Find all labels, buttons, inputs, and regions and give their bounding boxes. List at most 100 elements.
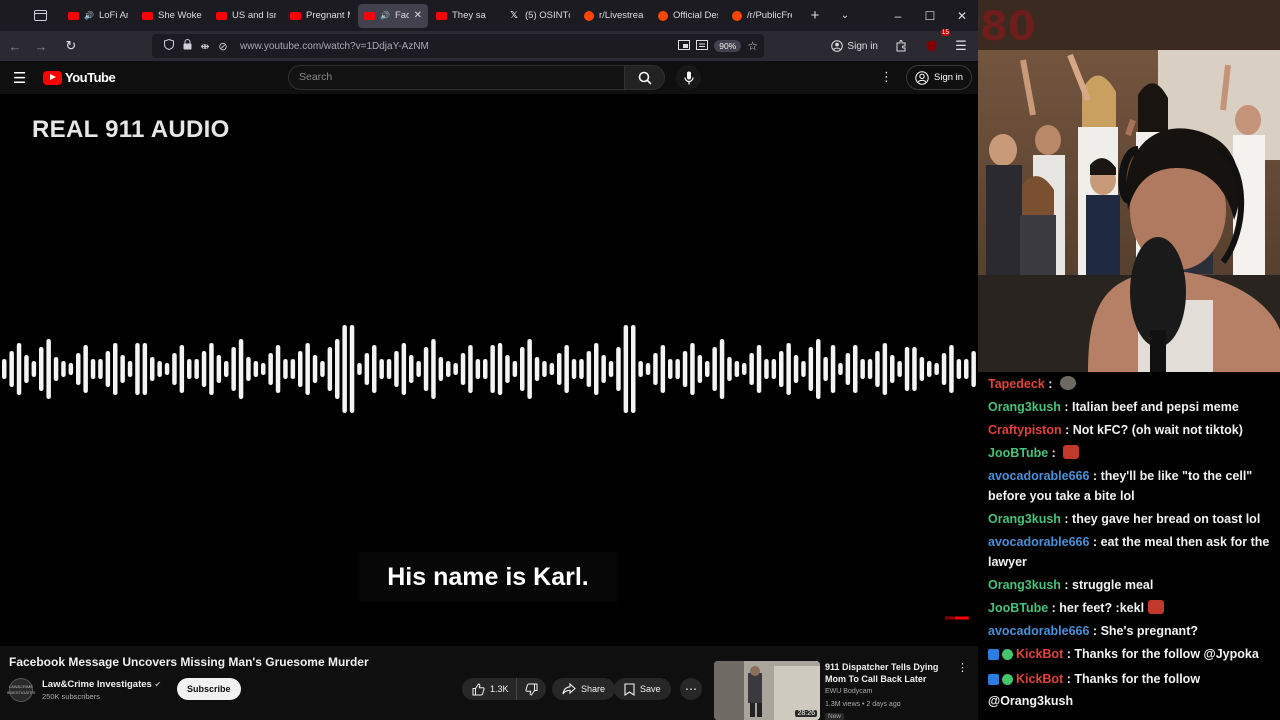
video-player[interactable]: REAL 911 AUDIO His name is Karl.	[0, 94, 978, 646]
waveform-bar	[253, 361, 259, 377]
chat-username[interactable]: avocadorable666	[988, 624, 1089, 638]
zoom-level[interactable]: 90%	[714, 40, 742, 52]
extensions-puzzle-icon[interactable]	[888, 33, 914, 59]
tab-label: /r/PublicFre	[747, 10, 792, 21]
waveform-bar	[320, 361, 325, 377]
autoplay-blocked-icon[interactable]: ⊘	[214, 40, 232, 53]
audio-playing-icon[interactable]: 🔊	[380, 11, 390, 20]
firefox-account-signin[interactable]: Sign in	[825, 40, 884, 52]
reload-icon[interactable]: ↻	[58, 33, 84, 59]
close-window-icon[interactable]: ✕	[946, 0, 978, 31]
subscribe-button[interactable]: Subscribe	[177, 678, 241, 700]
chat-username[interactable]: Orang3kush	[988, 578, 1061, 592]
tab-label: Official Des	[673, 10, 718, 21]
channel-name[interactable]: Law&Crime Investigates ✔	[42, 679, 161, 690]
recommended-thumbnail[interactable]: 28:26	[714, 661, 820, 720]
ublock-extension-icon[interactable]: 15	[918, 29, 950, 59]
share-label: Share	[581, 684, 606, 694]
recommended-more-icon[interactable]: ⋮	[957, 661, 968, 674]
voice-search-button[interactable]	[676, 65, 701, 90]
bookmark-star-icon[interactable]: ☆	[747, 39, 758, 53]
waveform-bar	[875, 351, 880, 387]
settings-more-icon[interactable]: ⋮	[880, 69, 893, 85]
youtube-logo[interactable]: YouTube	[43, 70, 116, 85]
chat-username[interactable]: Orang3kush	[988, 512, 1061, 526]
back-arrow-icon[interactable]: ←	[2, 33, 28, 59]
waveform-bar	[246, 357, 251, 381]
close-tab-icon[interactable]: ✕	[414, 10, 422, 21]
waveform-bar	[853, 345, 858, 393]
waveform-bar	[912, 347, 917, 391]
waveform-bar	[275, 345, 281, 393]
waveform-bar	[394, 351, 399, 387]
browser-tab[interactable]: 🔊 Face ✕	[358, 3, 428, 28]
waveform-bar	[941, 353, 947, 385]
browser-tab[interactable]: They sa	[430, 4, 502, 28]
like-button[interactable]: 1.3K	[462, 678, 519, 700]
waveform-bar	[298, 351, 303, 387]
youtube-signin-button[interactable]: Sign in	[906, 65, 973, 90]
guide-menu-icon[interactable]: ☰	[13, 69, 26, 87]
chat-message: KickBot : Thanks for the follow @Jypoka	[988, 644, 1274, 666]
browser-tab[interactable]: 𝕏 (5) OSINTdc	[504, 4, 576, 28]
reader-view-icon[interactable]	[696, 39, 709, 53]
browser-tab[interactable]: /r/PublicFre	[726, 4, 798, 28]
more-actions-button[interactable]: ⋯	[680, 678, 702, 700]
chat-username[interactable]: JooBTube	[988, 601, 1048, 615]
chat-username[interactable]: avocadorable666	[988, 535, 1089, 549]
channel-avatar[interactable]: LAW&CRIME INVESTIGATES	[7, 678, 35, 702]
youtube-favicon-icon	[364, 11, 375, 20]
audio-playing-icon[interactable]: 🔊	[84, 11, 94, 20]
chat-username[interactable]: Orang3kush	[988, 400, 1061, 414]
chat-username[interactable]: KickBot	[1016, 672, 1063, 686]
url-bar[interactable]: ⇼ ⊘ www.youtube.com/watch?v=1DdjaY-AzNM …	[152, 34, 764, 58]
waveform-bar	[808, 347, 814, 391]
browser-tab[interactable]: r/Livestrean	[578, 4, 650, 28]
tab-overview-icon[interactable]	[26, 5, 54, 27]
waveform-bar	[816, 339, 821, 399]
chat-text: struggle meal	[1072, 578, 1154, 592]
save-label: Save	[640, 684, 661, 694]
browser-tab[interactable]: Official Des	[652, 4, 724, 28]
chat-username[interactable]: Craftypiston	[988, 423, 1062, 437]
chat-separator: :	[1063, 647, 1075, 661]
share-button[interactable]: Share	[552, 678, 616, 700]
hamburger-menu-icon[interactable]: ☰	[948, 33, 974, 59]
pip-icon[interactable]	[678, 39, 691, 53]
new-tab-plus-icon[interactable]: +	[804, 7, 826, 24]
dislike-button[interactable]	[516, 678, 546, 700]
browser-tab[interactable]: US and Isra	[210, 4, 282, 28]
maximize-icon[interactable]: ☐	[914, 0, 946, 31]
streamer-webcam: 80	[978, 0, 1280, 372]
chat-username[interactable]: KickBot	[1016, 647, 1063, 661]
permissions-icon[interactable]: ⇼	[196, 40, 214, 53]
recommended-title[interactable]: 911 Dispatcher Tells Dying Mom To Call B…	[825, 661, 945, 685]
waveform-bar	[68, 363, 74, 375]
recommended-channel[interactable]: EWU Bodycam	[825, 688, 872, 695]
waveform-bar	[964, 359, 969, 379]
chat-username[interactable]: avocadorable666	[988, 469, 1089, 483]
shield-icon[interactable]	[160, 38, 178, 53]
chat-separator: :	[1060, 578, 1073, 592]
browser-tab[interactable]: She Woke U	[136, 4, 208, 28]
waveform-bar	[527, 339, 532, 399]
watch-metadata: Facebook Message Uncovers Missing Man's …	[0, 646, 978, 720]
minimize-icon[interactable]: –	[882, 0, 914, 31]
waveform-bar	[660, 345, 666, 393]
chat-message: KickBot : Thanks for the follow @Orang3k…	[988, 669, 1274, 711]
chat-username[interactable]: Tapedeck	[988, 377, 1045, 391]
waveform-bar	[668, 359, 673, 379]
browser-tab[interactable]: 🔊 LoFi Ar	[62, 4, 134, 28]
search-button[interactable]	[625, 65, 665, 90]
lock-icon[interactable]	[178, 39, 196, 53]
browser-tab[interactable]: Pregnant M	[284, 4, 356, 28]
save-button[interactable]: Save	[614, 678, 671, 700]
waveform-bar	[675, 359, 680, 379]
list-all-tabs-chevron-icon[interactable]: ⌄	[834, 10, 856, 21]
waveform-bar	[719, 339, 725, 399]
waveform-bar	[956, 359, 962, 379]
search-input[interactable]: Search	[288, 65, 625, 90]
chat-message: Craftypiston : Not kFC? (oh wait not tik…	[988, 420, 1274, 440]
chat-username[interactable]: JooBTube	[988, 446, 1048, 460]
forward-arrow-icon[interactable]: →	[28, 33, 54, 59]
